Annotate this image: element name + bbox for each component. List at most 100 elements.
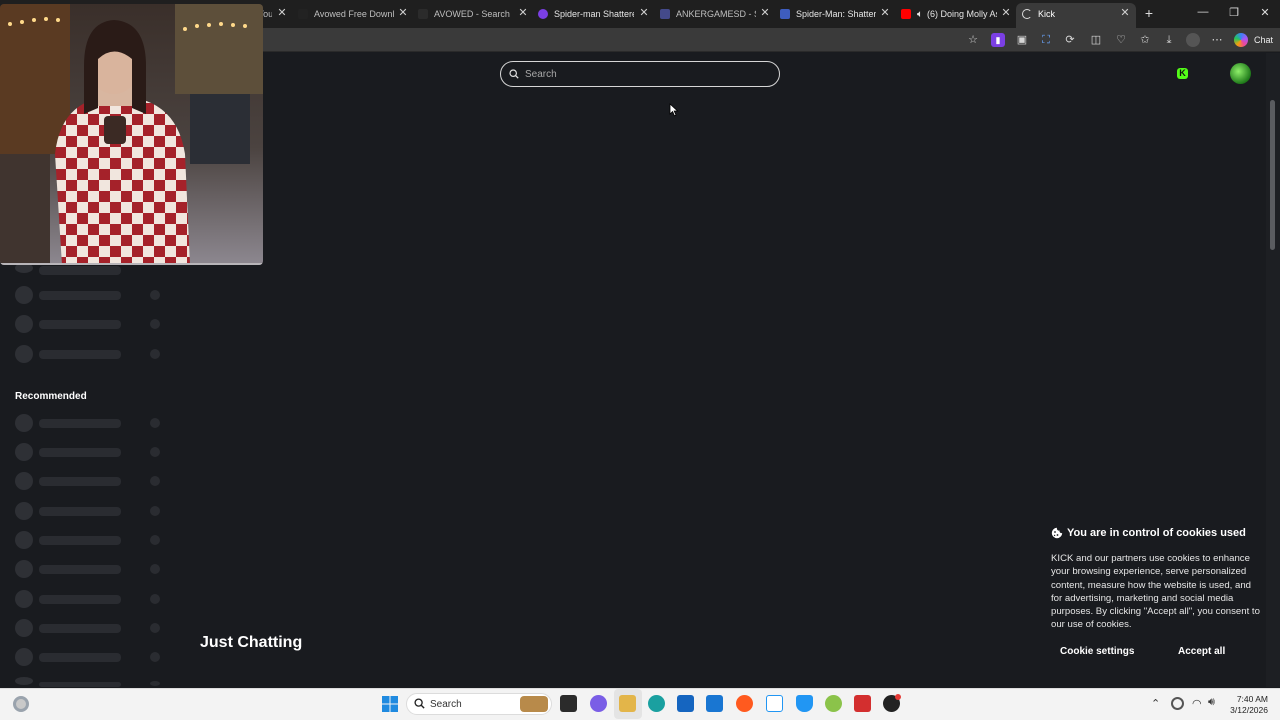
windows-start-icon[interactable] bbox=[382, 696, 398, 712]
tab-kick[interactable]: Kick bbox=[1022, 3, 1118, 25]
skeleton-avatar bbox=[15, 677, 33, 685]
tab-close-icon[interactable]: ✕ bbox=[397, 6, 409, 20]
notification-badge bbox=[895, 694, 901, 700]
tab-spiderman-shattered[interactable]: Spider-man Shattered bbox=[538, 3, 634, 25]
file-explorer-active-indicator bbox=[614, 689, 642, 719]
minimize-icon[interactable]: — bbox=[1193, 6, 1213, 18]
favicon-icon bbox=[418, 9, 428, 19]
skeleton-line bbox=[39, 565, 121, 574]
skeleton-dot bbox=[150, 681, 160, 686]
outlook-icon[interactable] bbox=[706, 695, 723, 712]
wifi-icon[interactable]: ◠ bbox=[1192, 697, 1202, 710]
skeleton-dot bbox=[150, 447, 160, 457]
skeleton-avatar bbox=[15, 648, 33, 666]
soundcloud-icon[interactable] bbox=[736, 695, 753, 712]
twitch-extension-icon[interactable]: ▮ bbox=[991, 33, 1005, 47]
restore-icon[interactable]: ❐ bbox=[1224, 6, 1244, 19]
copilot-icon[interactable] bbox=[1234, 33, 1248, 47]
tab-close-icon[interactable]: ✕ bbox=[276, 6, 288, 20]
chevron-up-icon[interactable]: ⌃ bbox=[1151, 697, 1160, 710]
tab-label: ANKERGAMESD - Search bbox=[676, 9, 756, 19]
kick-logo-icon[interactable]: K bbox=[1177, 68, 1188, 79]
user-avatar[interactable] bbox=[1230, 63, 1251, 84]
split-screen-icon[interactable]: ◫ bbox=[1089, 33, 1103, 47]
accept-all-button[interactable]: Accept all bbox=[1178, 646, 1225, 657]
tab-youtube-video[interactable]: 🔈︎ (6) Doing Molly As bbox=[901, 3, 997, 25]
skeleton-line bbox=[39, 653, 121, 662]
clock-time[interactable]: 7:40 AM bbox=[1228, 694, 1268, 704]
close-window-icon[interactable]: ✕ bbox=[1255, 6, 1275, 19]
skeleton-dot bbox=[150, 476, 160, 486]
vscode-icon[interactable] bbox=[766, 695, 783, 712]
copilot-chat-button[interactable]: Chat bbox=[1254, 35, 1273, 45]
skeleton-line bbox=[39, 266, 121, 275]
browser-essentials-icon[interactable]: ♡ bbox=[1114, 33, 1128, 47]
cookie-settings-button[interactable]: Cookie settings bbox=[1060, 646, 1134, 657]
skeleton-dot bbox=[150, 564, 160, 574]
profile-avatar-icon[interactable] bbox=[1186, 33, 1200, 47]
skeleton-avatar bbox=[15, 531, 33, 549]
cookie-banner-title: You are in control of cookies used bbox=[1067, 527, 1246, 539]
microsoft-store-icon[interactable] bbox=[677, 695, 694, 712]
skeleton-avatar bbox=[15, 560, 33, 578]
tab-close-icon[interactable]: ✕ bbox=[879, 6, 891, 20]
webcam-video-image bbox=[0, 4, 263, 265]
favorites-icon[interactable]: ✩ bbox=[1138, 33, 1152, 47]
more-menu-icon[interactable]: ⋯ bbox=[1210, 33, 1224, 47]
search-box[interactable] bbox=[500, 61, 780, 87]
skeleton-avatar bbox=[15, 502, 33, 520]
webcam-overlay bbox=[0, 4, 263, 265]
tab-close-icon[interactable]: ✕ bbox=[1119, 6, 1131, 20]
skeleton-avatar bbox=[15, 345, 33, 363]
tab-label: Spider-man Shattered bbox=[554, 9, 634, 19]
refresh-icon[interactable]: ⟳ bbox=[1063, 33, 1077, 47]
mouse-cursor-icon bbox=[669, 103, 679, 117]
favorite-star-icon[interactable]: ☆ bbox=[966, 33, 980, 47]
loading-spinner-icon bbox=[1022, 9, 1032, 19]
tab-avowed-download[interactable]: Avowed Free Download bbox=[298, 3, 394, 25]
tab-label: Spider-Man: Shattered bbox=[796, 9, 876, 19]
tab-close-icon[interactable]: ✕ bbox=[759, 6, 771, 20]
skeleton-avatar bbox=[15, 414, 33, 432]
skeleton-avatar bbox=[15, 619, 33, 637]
search-icon bbox=[414, 698, 425, 709]
skeleton-avatar bbox=[15, 315, 33, 333]
edge-browser-icon[interactable] bbox=[648, 695, 665, 712]
skeleton-dot bbox=[150, 594, 160, 604]
skeleton-dot bbox=[150, 535, 160, 545]
screenshot-icon[interactable]: ⛶ bbox=[1039, 33, 1053, 47]
copilot-app-icon[interactable] bbox=[590, 695, 607, 712]
skeleton-line bbox=[39, 477, 121, 486]
skeleton-avatar bbox=[15, 472, 33, 490]
favicon-icon bbox=[660, 9, 670, 19]
skeleton-dot bbox=[150, 290, 160, 300]
sync-icon[interactable] bbox=[1171, 697, 1184, 710]
scrollbar-thumb[interactable] bbox=[1270, 100, 1275, 250]
tab-ankergames-search[interactable]: ANKERGAMESD - Search bbox=[660, 3, 756, 25]
youtube-icon bbox=[901, 9, 911, 19]
extension-icon[interactable]: ▣ bbox=[1015, 33, 1029, 47]
gallery-app-icon[interactable] bbox=[825, 695, 842, 712]
weather-widget-icon[interactable] bbox=[13, 696, 29, 712]
skeleton-line bbox=[39, 350, 121, 359]
clock-date[interactable]: 3/12/2026 bbox=[1222, 705, 1268, 715]
tab-close-icon[interactable]: ✕ bbox=[638, 6, 650, 20]
defender-icon[interactable] bbox=[796, 695, 813, 712]
new-tab-button[interactable]: + bbox=[1139, 5, 1159, 21]
cookie-banner-title-row: You are in control of cookies used bbox=[1051, 527, 1246, 539]
tab-spiderman-shattered-2[interactable]: Spider-Man: Shattered bbox=[780, 3, 876, 25]
downloads-icon[interactable]: ⤓ bbox=[1162, 33, 1176, 47]
pdf-app-icon[interactable] bbox=[854, 695, 871, 712]
search-input[interactable] bbox=[525, 68, 765, 80]
volume-icon[interactable]: 🔊︎ bbox=[1208, 696, 1215, 709]
skeleton-avatar bbox=[15, 590, 33, 608]
task-view-icon[interactable] bbox=[560, 695, 577, 712]
skeleton-line bbox=[39, 448, 121, 457]
tab-close-icon[interactable]: ✕ bbox=[1000, 6, 1012, 20]
tab-close-icon[interactable]: ✕ bbox=[517, 6, 529, 20]
tab-label: Avowed Free Download bbox=[314, 9, 394, 19]
category-title: Just Chatting bbox=[200, 634, 303, 651]
search-highlight-icon bbox=[520, 696, 548, 712]
speaker-icon[interactable]: 🔈︎ bbox=[917, 9, 923, 20]
tab-avowed-search[interactable]: AVOWED - Search bbox=[418, 3, 514, 25]
